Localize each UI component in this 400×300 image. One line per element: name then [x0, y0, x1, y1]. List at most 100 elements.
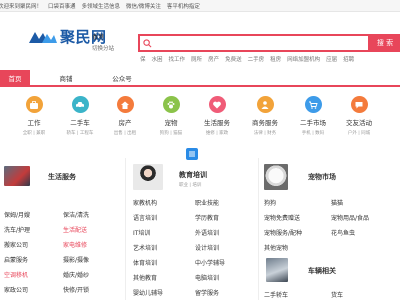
- vehicles-thumbnail[interactable]: [266, 258, 288, 282]
- training-link[interactable]: 职业技能: [195, 198, 257, 207]
- hot-word-link[interactable]: 保: [140, 55, 146, 63]
- training-section: 教育培训 职业 | 培训 家教机构 职业技能 语言培训 学历教育 IT培训 外语…: [127, 158, 259, 300]
- training-thumbnail[interactable]: [133, 164, 163, 190]
- category-life-services[interactable]: 生活服务 维修 | 家政: [192, 96, 242, 136]
- city-switch-link[interactable]: 切换分站: [92, 44, 114, 52]
- handshake-icon: [256, 96, 274, 113]
- life-services-thumbnail[interactable]: [4, 166, 30, 186]
- hot-word-link[interactable]: 招聘: [343, 55, 354, 63]
- section-title[interactable]: 宠物市场: [308, 172, 336, 182]
- training-link[interactable]: 其他教育: [133, 273, 195, 282]
- category-business-services[interactable]: 商务服务 法律 | 财务: [240, 96, 290, 136]
- life-link[interactable]: 保姆/月嫂: [4, 210, 63, 219]
- hot-word-link[interactable]: 厕所: [191, 55, 202, 63]
- training-link[interactable]: 设计培训: [195, 243, 257, 252]
- paw-icon: [162, 96, 180, 113]
- life-link[interactable]: 保洁/清洗: [63, 210, 122, 219]
- life-link[interactable]: 婚庆/婚纱: [63, 270, 122, 279]
- category-label: 二手市场: [300, 119, 326, 127]
- life-link[interactable]: 搬家公司: [4, 240, 63, 249]
- chat-icon: [350, 96, 368, 113]
- pets-link[interactable]: 宠物用品/食品: [331, 213, 398, 222]
- hot-word-link[interactable]: 二手房: [248, 55, 265, 63]
- hot-word-link[interactable]: 租房: [270, 55, 281, 63]
- training-links: 家教机构 职业技能 语言培训 学历教育 IT培训 外语培训 艺术培训 设计培训 …: [133, 198, 257, 297]
- pets-thumbnail[interactable]: [264, 164, 288, 190]
- life-link[interactable]: 家电维修: [63, 240, 122, 249]
- life-link[interactable]: 启蒙服务: [4, 255, 63, 264]
- training-link[interactable]: 语言培训: [133, 213, 195, 222]
- section-title[interactable]: 教育培训: [179, 170, 207, 180]
- pets-link[interactable]: 花鸟鱼虫: [331, 228, 398, 237]
- search-input[interactable]: [138, 34, 370, 52]
- category-dating-activities[interactable]: 交友活动 户外 | 同城: [334, 96, 384, 136]
- top-bar: 欢迎来到聚民网！ 口袋百事通 多领域生活信息 微信/微博关注 客平机构指定: [0, 0, 400, 12]
- nav-tab-home[interactable]: 首页: [0, 70, 30, 85]
- hot-word-link[interactable]: 网络加盟机构: [287, 55, 320, 63]
- training-link[interactable]: 留学服务: [195, 288, 257, 297]
- category-pets[interactable]: 宠物 狗狗 | 猫猫: [146, 96, 196, 136]
- life-link[interactable]: 快修/开锁: [63, 285, 122, 294]
- training-link[interactable]: 家教机构: [133, 198, 195, 207]
- category-subs[interactable]: 轿车 | 工程车: [67, 130, 94, 136]
- life-link[interactable]: 摄影/摄像: [63, 255, 122, 264]
- vehicles-link[interactable]: 货车: [331, 290, 398, 299]
- pets-link[interactable]: 宠物免费赠送: [264, 213, 331, 222]
- category-label: 工作: [27, 119, 41, 127]
- hot-word-link[interactable]: 应届: [326, 55, 337, 63]
- vehicles-link[interactable]: 二手轿车: [264, 290, 331, 299]
- category-subs[interactable]: 手机 | 数码: [302, 130, 324, 136]
- category-subs[interactable]: 户外 | 同城: [348, 130, 370, 136]
- category-label: 房产: [118, 119, 132, 127]
- training-link[interactable]: 婴幼儿辅导: [133, 288, 195, 297]
- life-link[interactable]: 生活配送: [63, 225, 122, 234]
- vehicles-links: 二手轿车 货车: [264, 290, 398, 299]
- pets-link[interactable]: 宠物服务/配种: [264, 228, 331, 237]
- pets-link[interactable]: 狗狗: [264, 198, 331, 207]
- hot-word-link[interactable]: 免费送: [225, 55, 242, 63]
- search-button[interactable]: 搜 索: [370, 34, 400, 52]
- hot-word-link[interactable]: 找工作: [169, 55, 186, 63]
- topbar-link[interactable]: 客平机构指定: [167, 2, 200, 10]
- life-link[interactable]: 家政公司: [4, 285, 63, 294]
- topbar-link[interactable]: 口袋百事通: [48, 2, 76, 10]
- category-subs[interactable]: 维修 | 家政: [206, 130, 228, 136]
- hot-word-link[interactable]: 房产: [208, 55, 219, 63]
- category-subs[interactable]: 狗狗 | 猫猫: [160, 130, 182, 136]
- section-title[interactable]: 车辆相关: [308, 266, 336, 276]
- training-link[interactable]: 学历教育: [195, 213, 257, 222]
- training-link[interactable]: 外语培训: [195, 228, 257, 237]
- hot-search-words: 保 水困 找工作 厕所 房产 免费送 二手房 租房 网络加盟机构 应届 招聘: [140, 55, 360, 63]
- category-subs[interactable]: 出售 | 出租: [114, 130, 136, 136]
- category-subs[interactable]: 全职 | 兼职: [23, 130, 45, 136]
- life-services-links: 保姆/月嫂 保洁/清洗 洗车/护理 生活配送 搬家公司 家电维修 启蒙服务 摄影…: [4, 210, 122, 294]
- pets-links: 狗狗 猫猫 宠物免费赠送 宠物用品/食品 宠物服务/配种 花鸟鱼虫 其他宠物: [264, 198, 398, 252]
- category-second-hand-market[interactable]: 二手市场 手机 | 数码: [288, 96, 338, 136]
- training-link[interactable]: IT培训: [133, 228, 195, 237]
- logo-mark-icon: [28, 30, 58, 44]
- category-used-car[interactable]: 二手车 轿车 | 工程车: [55, 96, 105, 136]
- category-subs[interactable]: 法律 | 财务: [254, 130, 276, 136]
- pets-link[interactable]: 猫猫: [331, 198, 398, 207]
- category-work[interactable]: 工作 全职 | 兼职: [9, 96, 59, 136]
- topbar-link[interactable]: 多领域生活信息: [82, 2, 121, 10]
- nav-tab-official-account[interactable]: 公众号: [102, 70, 142, 85]
- cart-icon: [304, 96, 322, 113]
- topbar-link[interactable]: 微信/微博关注: [126, 2, 161, 10]
- category-label: 宠物: [164, 119, 178, 127]
- category-label: 二手车: [70, 119, 90, 127]
- life-link[interactable]: 空调移机: [4, 270, 63, 279]
- hot-word-link[interactable]: 水困: [152, 55, 163, 63]
- training-link[interactable]: 中小学辅导: [195, 258, 257, 267]
- heart-icon: [208, 96, 226, 113]
- nav-tab-shops[interactable]: 商铺: [30, 70, 102, 85]
- category-real-estate[interactable]: 房产 出售 | 出租: [100, 96, 150, 136]
- training-link[interactable]: 电脑培训: [195, 273, 257, 282]
- pets-link[interactable]: 其他宠物: [264, 243, 331, 252]
- category-label: 商务服务: [252, 119, 278, 127]
- training-link[interactable]: 艺术培训: [133, 243, 195, 252]
- section-title[interactable]: 生活服务: [48, 172, 76, 182]
- search-icon: [143, 39, 152, 48]
- life-link[interactable]: 洗车/护理: [4, 225, 63, 234]
- training-link[interactable]: 体育培训: [133, 258, 195, 267]
